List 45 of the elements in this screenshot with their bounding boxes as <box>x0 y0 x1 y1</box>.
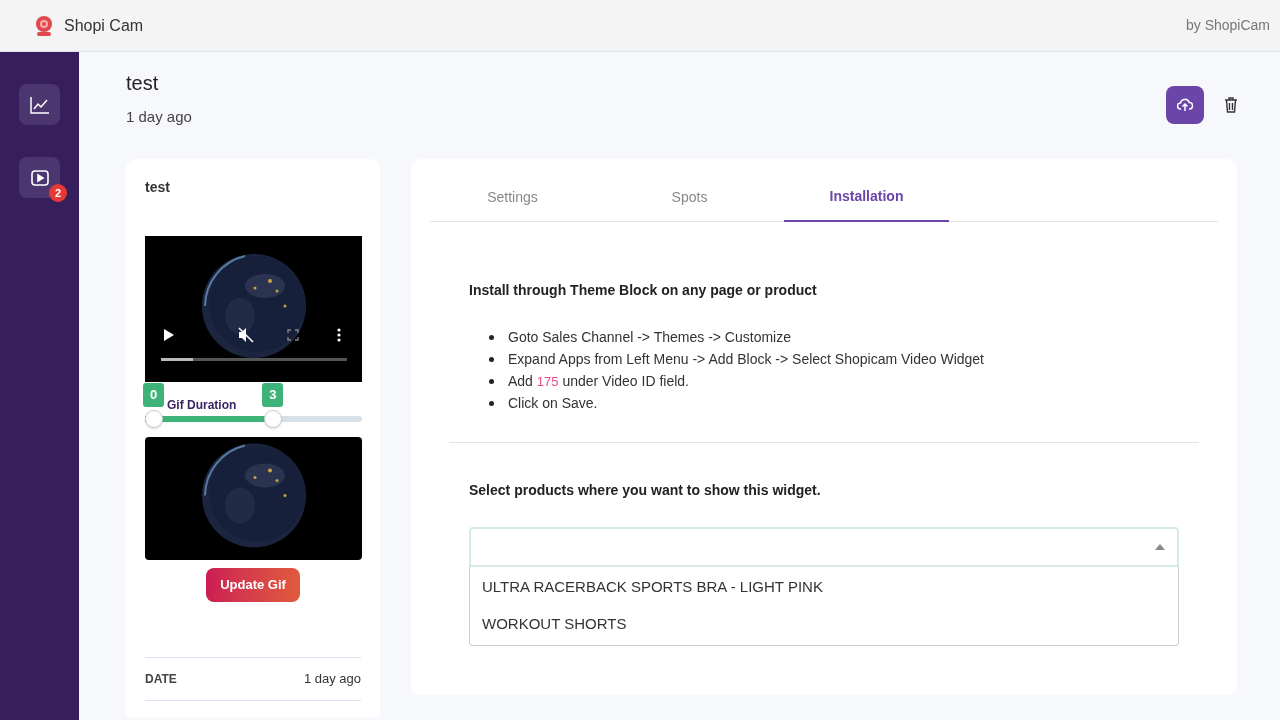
products-heading: Select products where you want to show this widget. <box>469 480 822 500</box>
byline: by ShopiCam <box>1185 16 1270 35</box>
value-tooltip: 3 <box>262 382 284 407</box>
install-heading: Install through Theme Block on any page or product <box>469 280 818 300</box>
bullet-icon <box>489 335 494 340</box>
install-step: Expand Apps from Left Menu -> Add Block -> Select Shopicam Video Widget <box>508 349 984 370</box>
range-slider[interactable] <box>145 409 362 428</box>
page-subtitle: 1 day ago <box>126 107 192 127</box>
slider-label: Gif Duration <box>167 396 237 414</box>
caret-icon <box>1155 543 1165 550</box>
bullet-icon <box>489 357 494 362</box>
play-icon <box>164 328 174 341</box>
count-badge: 2 <box>49 184 67 202</box>
value-tooltip: 0 <box>143 382 164 407</box>
chart-icon <box>29 95 50 114</box>
tab[interactable]: Spots <box>607 158 772 222</box>
bullet-icon <box>489 401 494 406</box>
upload-button[interactable] <box>1166 86 1204 124</box>
cloud-upload-icon <box>1177 98 1193 112</box>
sidebar-item[interactable] <box>19 84 60 125</box>
tab[interactable]: Settings <box>430 158 595 222</box>
video-title: test <box>145 177 171 197</box>
webcam-logo-icon <box>34 14 54 37</box>
fullscreen-icon <box>287 328 299 341</box>
update-gif-button[interactable]: Update Gif <box>206 567 300 602</box>
install-step: Goto Sales Channel -> Themes -> Customize <box>508 327 791 348</box>
page-title: test <box>126 71 160 96</box>
more-icon <box>337 327 341 342</box>
muted-speaker-icon <box>238 326 254 343</box>
install-step: Click on Save. <box>508 393 598 414</box>
bullet-icon <box>489 379 494 384</box>
install-step: Add 175 under Video ID field. <box>508 371 689 392</box>
detail-label: DATE <box>145 670 177 688</box>
slider-thumb[interactable] <box>145 409 163 428</box>
dropdown-option[interactable]: WORKOUT SHORTS <box>470 605 1178 643</box>
app-name: Shopi Cam <box>64 15 144 36</box>
video-progress-bar[interactable] <box>161 357 347 361</box>
trash-icon <box>1224 97 1238 113</box>
sidebar-item[interactable] <box>19 157 60 198</box>
slider-thumb[interactable] <box>264 409 283 428</box>
detail-value: 1 day ago <box>303 669 361 688</box>
delete-button[interactable] <box>1224 97 1238 113</box>
dropdown-option[interactable]: ULTRA RACERBACK SPORTS BRA - LIGHT PINK <box>470 568 1178 606</box>
play-icon <box>30 169 49 186</box>
tab[interactable]: Installation <box>784 158 949 222</box>
